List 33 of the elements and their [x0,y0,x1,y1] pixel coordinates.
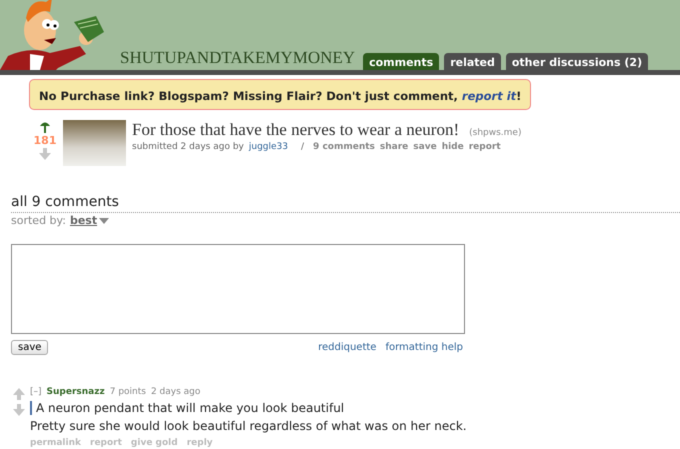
comments-title: all 9 comments [11,194,680,213]
comment-text: Pretty sure she would look beautiful regardless of what was on her neck. [30,419,467,433]
tab[interactable]: related [444,53,501,70]
quote-text: A neuron pendant that will make you look beautiful [30,401,467,415]
post-action-link[interactable]: report [468,142,501,152]
caret-icon [99,216,110,224]
post-action-link[interactable]: 9 comments [313,142,375,152]
comment-time: 2 days ago [150,387,200,397]
comment-author[interactable]: Supersnazz [46,387,105,397]
upvote-icon[interactable] [38,120,52,134]
report-link[interactable]: report it [462,89,516,103]
post-action-link[interactable]: hide [442,142,464,152]
post-score: 181 [34,134,56,147]
separator: / [301,142,304,152]
submitted-text: submitted 2 days ago by [132,142,244,152]
post-title[interactable]: For those that have the nerves to wear a neuron! [132,120,460,140]
subreddit-name[interactable]: SHUTUPANDTAKEMYMONEY [120,48,356,68]
post-domain[interactable]: (shpws.me) [469,128,522,138]
collapse-toggle[interactable]: [–] [30,387,42,397]
comment-input-field[interactable] [11,244,465,334]
help-link[interactable]: reddiquette [318,342,376,353]
tab[interactable]: comments [363,53,440,70]
help-link[interactable]: formatting help [385,342,463,353]
save-button[interactable]: save [11,340,48,355]
tab[interactable]: other discussions (2) [506,53,648,70]
notice-text: No Purchase link? Blogspam? Missing Flair? Don't just comment, report it! [39,89,522,103]
author-link[interactable]: juggle33 [248,142,288,152]
comment-points: 7 points [110,387,146,397]
sort-label: sorted by: [11,214,66,227]
photo-placeholder[interactable] [63,120,126,166]
sort-dropdown[interactable]: best [70,214,110,227]
post-action-link[interactable]: save [413,142,437,152]
post-action-link[interactable]: share [380,142,408,152]
